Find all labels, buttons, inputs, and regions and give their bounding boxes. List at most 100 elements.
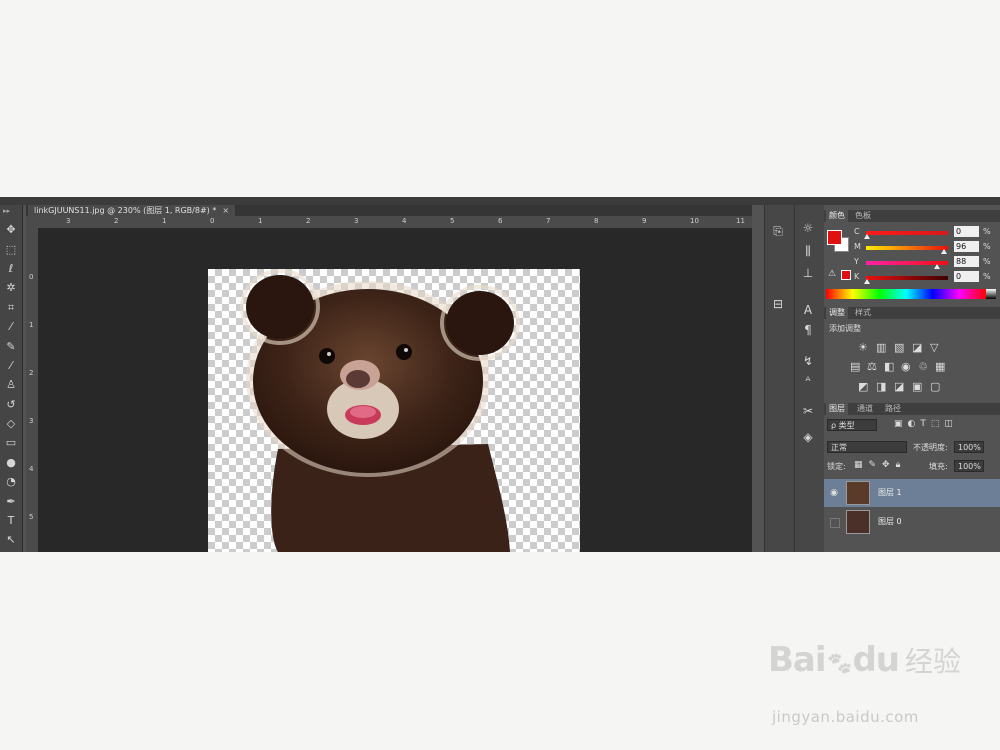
document-tab[interactable]: linkGJUUNS11.jpg @ 230% (图层 1, RGB/8#) *… (28, 205, 236, 216)
character-styles-icon[interactable]: ᴬ (800, 373, 816, 389)
black-white-icon[interactable]: ◧ (884, 360, 894, 373)
layer-row[interactable]: 图层 0 (824, 508, 1000, 536)
slider-thumb[interactable] (864, 279, 870, 284)
brush-settings-icon[interactable]: ☼ (800, 220, 816, 236)
slider-track[interactable] (866, 246, 948, 250)
horizontal-ruler: 3 2 1 0 1 2 3 4 5 6 7 8 9 10 11 (38, 216, 752, 229)
tab-channels[interactable]: 通道 (854, 403, 876, 415)
slider-track[interactable] (866, 231, 948, 235)
vibrance-icon[interactable]: ▽ (930, 341, 938, 354)
crop-tool-icon[interactable]: ⌗ (4, 301, 18, 315)
tab-styles[interactable]: 样式 (852, 307, 874, 319)
gradient-map-icon[interactable]: ▣ (912, 380, 922, 393)
gradient-tool-icon[interactable]: ▭ (4, 436, 18, 450)
close-icon[interactable]: × (222, 206, 229, 215)
slider-value[interactable]: 88 (954, 256, 979, 267)
info-panel-icon[interactable]: ⊟ (770, 296, 786, 312)
icon-column-left: ⎘ ⊟ (764, 205, 791, 552)
clone-stamp-tool-icon[interactable]: ♙ (4, 378, 18, 392)
slider-value[interactable]: 0 (954, 271, 979, 282)
ruler-label: 5 (29, 513, 34, 521)
layer-name[interactable]: 图层 0 (878, 516, 902, 527)
clone-source-icon[interactable]: ⊥ (800, 265, 816, 281)
curves-icon[interactable]: ▧ (894, 341, 904, 354)
exposure-icon[interactable]: ◪ (912, 341, 922, 354)
slider-thumb[interactable] (941, 249, 947, 254)
visibility-toggle-empty[interactable] (830, 518, 840, 528)
slider-thumb[interactable] (864, 234, 870, 239)
tab-layers[interactable]: 图层 (826, 403, 848, 415)
3d-panel-icon[interactable]: ◈ (800, 429, 816, 445)
layer-kind-filter[interactable]: ρ 类型 (827, 419, 877, 431)
invert-icon[interactable]: ◩ (858, 380, 868, 393)
black-white-ramp[interactable] (986, 289, 996, 299)
tab-swatches[interactable]: 色板 (852, 210, 874, 222)
ruler-label: 8 (594, 217, 599, 225)
visibility-eye-icon[interactable]: ◉ (828, 487, 840, 499)
document-area: linkGJUUNS11.jpg @ 230% (图层 1, RGB/8#) *… (26, 205, 752, 552)
brush-presets-icon[interactable]: ⫼ (800, 243, 816, 259)
actions-panel-icon[interactable]: ↯ (800, 353, 816, 369)
color-lookup-icon[interactable]: ▦ (935, 360, 945, 373)
type-tool-icon[interactable]: T (4, 514, 18, 528)
image-canvas[interactable] (208, 269, 580, 552)
levels-icon[interactable]: ▥ (876, 341, 886, 354)
color-balance-icon[interactable]: ⚖ (867, 360, 877, 373)
move-tool-icon[interactable]: ✥ (4, 223, 18, 237)
tab-adjustments[interactable]: 调整 (826, 307, 848, 319)
adjustments-panel-tabs: 调整 样式 (824, 307, 1000, 319)
posterize-icon[interactable]: ◨ (876, 380, 886, 393)
ruler-label: 4 (29, 465, 34, 473)
paragraph-panel-icon[interactable]: ¶ (800, 322, 816, 338)
path-selection-tool-icon[interactable]: ↖ (4, 533, 18, 547)
photo-filter-icon[interactable]: ◉ (901, 360, 911, 373)
character-panel-icon[interactable]: A (800, 302, 816, 318)
slider-thumb[interactable] (934, 264, 940, 269)
layer-name[interactable]: 图层 1 (878, 487, 902, 498)
dodge-tool-icon[interactable]: ◔ (4, 475, 18, 489)
magic-wand-tool-icon[interactable]: ✲ (4, 281, 18, 295)
ruler-label: 5 (450, 217, 455, 225)
slider-value[interactable]: 96 (954, 241, 979, 252)
ruler-label: 2 (306, 217, 311, 225)
tools-panel: ▸▸ ✥ ⬚ ℓ ✲ ⌗ ⁄ ✎ ⁄ ♙ ↺ ◇ ▭ ● ◔ ✒ T ↖ (0, 205, 23, 552)
watermark-url: jingyan.baidu.com (772, 708, 919, 726)
layer-row-selected[interactable]: ◉ 图层 1 (824, 479, 1000, 507)
layer-thumbnail (846, 481, 870, 505)
icon-column-right: ☼ ⫼ ⊥ A ¶ ↯ ᴬ ✂ ◈ (794, 205, 821, 552)
tab-color[interactable]: 颜色 (826, 210, 848, 222)
cmyk-slider-y[interactable]: Y 88 % (824, 256, 1000, 270)
watermark-cn: 经验 (905, 645, 962, 678)
color-spectrum-bar[interactable] (826, 289, 986, 299)
blend-mode-select[interactable]: 正常 (827, 441, 907, 453)
foreground-color-swatch-front[interactable] (827, 230, 842, 245)
collapse-icon[interactable]: ▸▸ (3, 207, 10, 215)
history-panel-icon[interactable]: ⎘ (770, 223, 786, 239)
eraser-tool-icon[interactable]: ◇ (4, 417, 18, 431)
slider-value[interactable]: 0 (954, 226, 979, 237)
cmyk-slider-k[interactable]: K 0 % (824, 271, 1000, 285)
opacity-input[interactable]: 100% (954, 441, 984, 453)
threshold-icon[interactable]: ◪ (894, 380, 904, 393)
brush-tool-icon[interactable]: ⁄ (4, 359, 18, 373)
tool-presets-icon[interactable]: ✂ (800, 403, 816, 419)
tab-paths[interactable]: 路径 (882, 403, 904, 415)
brightness-contrast-icon[interactable]: ☀ (858, 341, 868, 354)
healing-brush-tool-icon[interactable]: ✎ (4, 340, 18, 354)
hue-saturation-icon[interactable]: ▤ (850, 360, 860, 373)
lasso-tool-icon[interactable]: ℓ (4, 262, 18, 276)
cmyk-slider-m[interactable]: M 96 % (824, 241, 1000, 255)
marquee-tool-icon[interactable]: ⬚ (4, 243, 18, 257)
ruler-label: 3 (29, 417, 34, 425)
eyedropper-tool-icon[interactable]: ⁄ (4, 320, 18, 334)
history-brush-tool-icon[interactable]: ↺ (4, 398, 18, 412)
fill-input[interactable]: 100% (954, 460, 984, 472)
channel-mixer-icon[interactable]: ♲ (918, 360, 928, 373)
layer-filter-icons[interactable]: ▣◐T⬚◫ (894, 419, 958, 429)
lock-icons[interactable]: ▦✎✥🔒︎ (854, 460, 906, 470)
blur-tool-icon[interactable]: ● (4, 456, 18, 470)
pen-tool-icon[interactable]: ✒ (4, 495, 18, 509)
slider-track[interactable] (866, 276, 948, 280)
cmyk-slider-c[interactable]: C 0 % (824, 226, 1000, 240)
selective-color-icon[interactable]: ▢ (930, 380, 940, 393)
